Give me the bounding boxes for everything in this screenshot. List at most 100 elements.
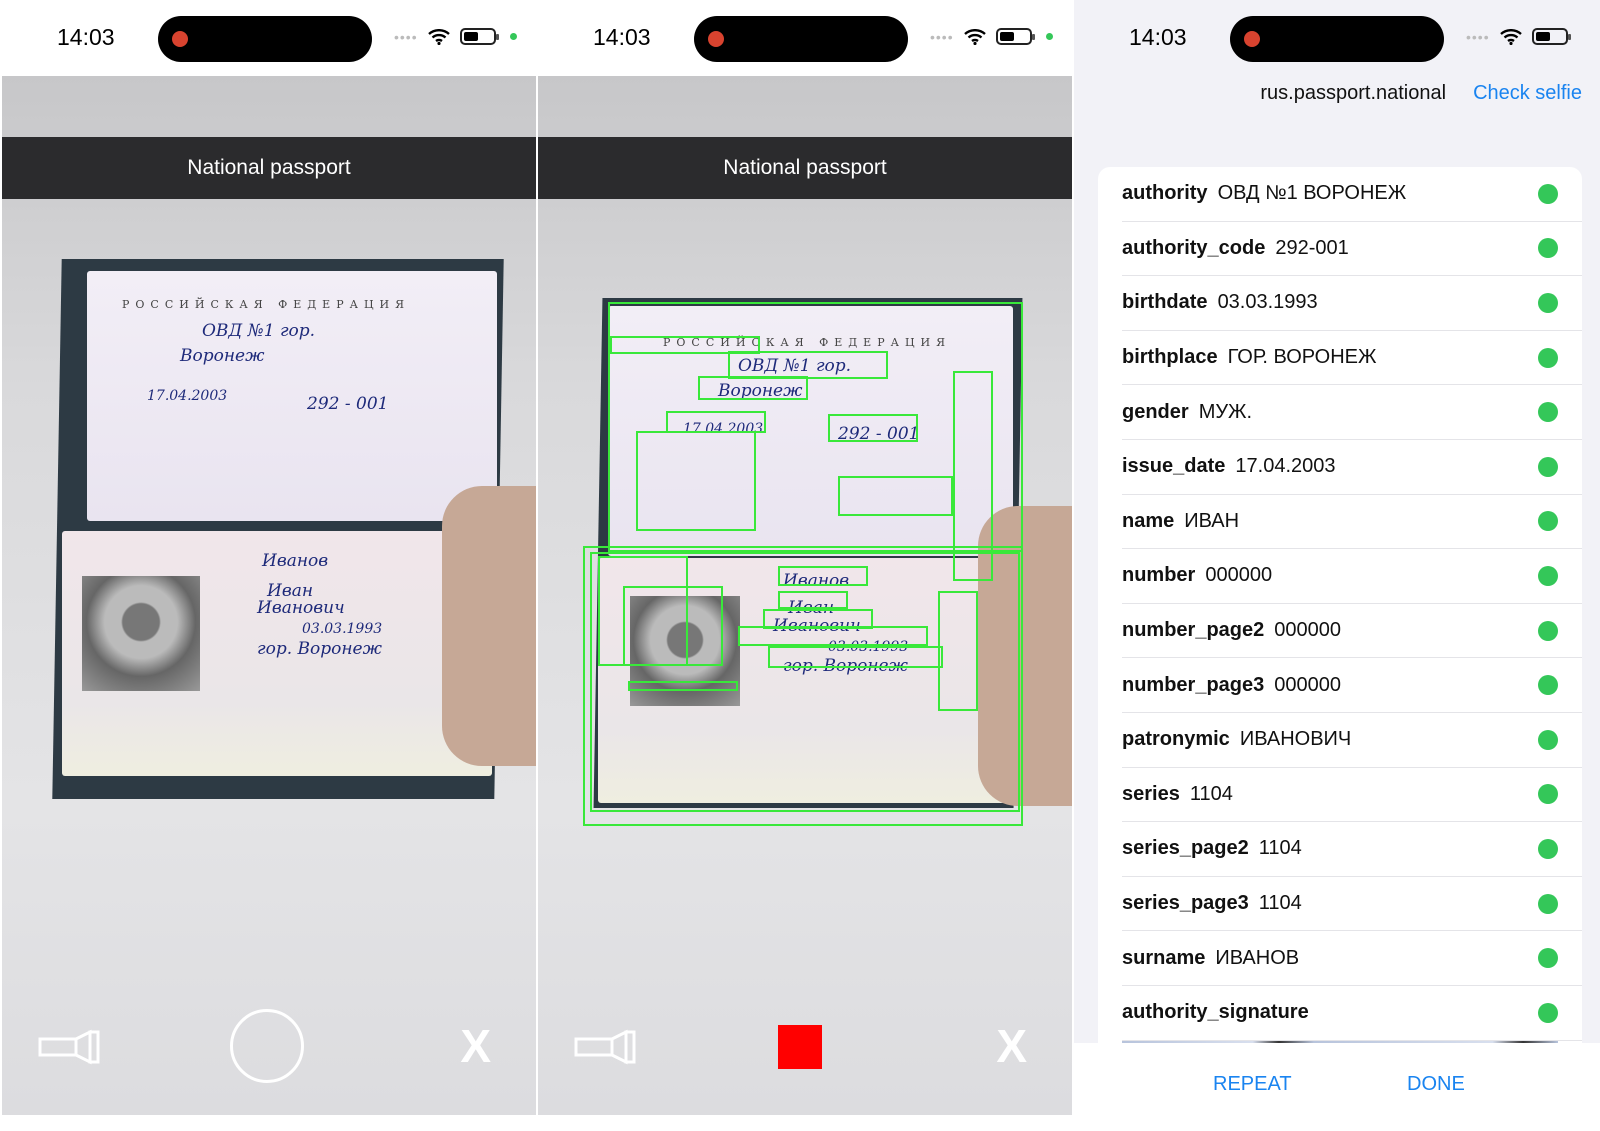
passport-birthplace: гор. Воронеж bbox=[257, 639, 382, 659]
field-key: birthdate bbox=[1122, 291, 1208, 314]
field-key: series_page3 bbox=[1122, 892, 1249, 915]
dynamic-island bbox=[694, 16, 908, 62]
document-type: rus.passport.national bbox=[1260, 82, 1447, 104]
field-value: 000000 bbox=[1205, 564, 1273, 587]
field-row[interactable]: patronymic ИВАНОВИЧ bbox=[1122, 713, 1582, 768]
status-ok-icon bbox=[1538, 511, 1558, 532]
field-row[interactable]: birthdate 03.03.1993 bbox=[1122, 276, 1582, 331]
passport-city: Воронеж bbox=[180, 346, 265, 366]
shutter-button[interactable] bbox=[230, 1009, 304, 1083]
field-value: МУЖ. bbox=[1198, 400, 1253, 423]
scanner-screen-recording: 14:03 •••• National passport ОВД №1 гор.… bbox=[538, 0, 1072, 1115]
field-key: number bbox=[1122, 564, 1196, 587]
status-ok-icon bbox=[1538, 620, 1558, 641]
field-row[interactable]: birthplace ГОР. ВОРОНЕЖ bbox=[1122, 331, 1582, 386]
field-key: birthplace bbox=[1122, 346, 1218, 369]
passport-photo bbox=[82, 576, 200, 691]
field-key: series_page2 bbox=[1122, 837, 1249, 860]
field-row[interactable]: name ИВАН bbox=[1122, 495, 1582, 550]
passport-issued-by: ОВД №1 гор. bbox=[202, 321, 316, 341]
field-key: number_page3 bbox=[1122, 673, 1265, 696]
status-bar: 14:03 •••• bbox=[1074, 0, 1600, 76]
document-title-bar: National passport bbox=[538, 137, 1072, 199]
field-row[interactable]: number_page3 000000 bbox=[1122, 658, 1582, 713]
field-row[interactable]: authority ОВД №1 ВОРОНЕЖ bbox=[1122, 167, 1582, 222]
field-row[interactable]: series_page2 1104 bbox=[1122, 822, 1582, 877]
passport-birthdate: 03.03.1993 bbox=[302, 621, 383, 637]
status-ok-icon bbox=[1538, 729, 1558, 750]
detection-box bbox=[666, 411, 766, 433]
field-value: 1104 bbox=[1258, 837, 1302, 860]
close-button[interactable]: X bbox=[996, 1019, 1027, 1073]
field-value: 17.04.2003 bbox=[1235, 455, 1336, 478]
status-ok-icon bbox=[1538, 238, 1558, 259]
wifi-icon bbox=[1499, 28, 1522, 45]
detection-box bbox=[636, 431, 756, 531]
status-ok-icon bbox=[1538, 183, 1558, 204]
wifi-icon bbox=[963, 28, 986, 45]
field-key: name bbox=[1122, 509, 1175, 532]
cellular-icon: •••• bbox=[394, 28, 418, 45]
battery-icon bbox=[459, 28, 499, 45]
status-time: 14:03 bbox=[57, 24, 115, 50]
field-value: ИВАНОВИЧ bbox=[1239, 728, 1352, 751]
fields-list[interactable]: authority ОВД №1 ВОРОНЕЖ authority_code 292… bbox=[1098, 167, 1582, 1043]
field-value: 1104 bbox=[1189, 782, 1233, 805]
field-row[interactable]: authority_signature bbox=[1122, 986, 1582, 1041]
field-row[interactable]: number 000000 bbox=[1122, 549, 1582, 604]
field-row[interactable]: surname ИВАНОВ bbox=[1122, 931, 1582, 986]
passport-code: 292 - 001 bbox=[307, 394, 389, 414]
footer-actions: REPEAT DONE bbox=[1074, 1043, 1600, 1115]
cellular-icon: •••• bbox=[930, 28, 954, 45]
flashlight-icon[interactable] bbox=[38, 1029, 102, 1065]
recording-indicator-icon bbox=[172, 31, 188, 47]
field-value: 03.03.1993 bbox=[1217, 291, 1318, 314]
field-key: series bbox=[1122, 782, 1180, 805]
field-value: 1104 bbox=[1258, 892, 1302, 915]
field-key: authority_signature bbox=[1122, 1001, 1309, 1024]
wifi-icon bbox=[427, 28, 450, 45]
field-row[interactable]: authority_code 292-001 bbox=[1122, 222, 1582, 277]
passport-country: РОССИЙСКАЯ ФЕДЕРАЦИЯ bbox=[122, 298, 411, 311]
flashlight-icon[interactable] bbox=[574, 1029, 638, 1065]
status-ok-icon bbox=[1538, 838, 1558, 859]
status-bar: 14:03 •••• bbox=[538, 0, 1072, 76]
field-row[interactable]: gender МУЖ. bbox=[1122, 385, 1582, 440]
dynamic-island bbox=[1230, 16, 1444, 62]
field-row[interactable]: series 1104 bbox=[1122, 768, 1582, 823]
close-button[interactable]: X bbox=[460, 1019, 491, 1073]
status-time: 14:03 bbox=[1129, 24, 1187, 50]
field-row[interactable]: issue_date 17.04.2003 bbox=[1122, 440, 1582, 495]
field-value: ИВАНОВ bbox=[1215, 946, 1300, 969]
check-selfie-button[interactable]: Check selfie bbox=[1473, 82, 1582, 105]
field-key: patronymic bbox=[1122, 728, 1230, 751]
field-key: issue_date bbox=[1122, 455, 1226, 478]
camera-preview: National passport ОВД №1 гор. Воронеж 17… bbox=[538, 76, 1072, 1115]
stop-recording-button[interactable] bbox=[778, 1025, 822, 1069]
camera-in-use-icon bbox=[509, 33, 517, 40]
cellular-icon: •••• bbox=[1466, 28, 1490, 45]
status-ok-icon bbox=[1538, 402, 1558, 423]
status-ok-icon bbox=[1538, 675, 1558, 696]
status-ok-icon bbox=[1538, 948, 1558, 969]
field-value: 292-001 bbox=[1275, 236, 1349, 259]
results-screen: 14:03 •••• rus.passport.national Check s… bbox=[1074, 0, 1600, 1115]
passport-patronymic: Иванович bbox=[257, 598, 345, 618]
field-row[interactable]: series_page3 1104 bbox=[1122, 877, 1582, 932]
scanner-screen-idle: 14:03 •••• National passport ОВД №1 гор.… bbox=[2, 0, 536, 1115]
dynamic-island bbox=[158, 16, 372, 62]
status-ok-icon bbox=[1538, 1002, 1558, 1023]
field-value: 000000 bbox=[1274, 619, 1342, 642]
done-button[interactable]: DONE bbox=[1407, 1073, 1465, 1096]
status-bar: 14:03 •••• bbox=[2, 0, 536, 76]
field-value: ИВАН bbox=[1184, 509, 1240, 532]
repeat-button[interactable]: REPEAT bbox=[1213, 1073, 1292, 1096]
document-title-bar: National passport bbox=[2, 137, 536, 199]
recording-indicator-icon bbox=[1244, 31, 1260, 47]
camera-preview: National passport ОВД №1 гор. Воронеж 17… bbox=[2, 76, 536, 1115]
field-row[interactable]: number_page2 000000 bbox=[1122, 604, 1582, 659]
status-ok-icon bbox=[1538, 893, 1558, 914]
detection-box bbox=[838, 476, 953, 516]
camera-in-use-icon bbox=[1045, 33, 1053, 40]
battery-icon bbox=[1531, 28, 1571, 45]
